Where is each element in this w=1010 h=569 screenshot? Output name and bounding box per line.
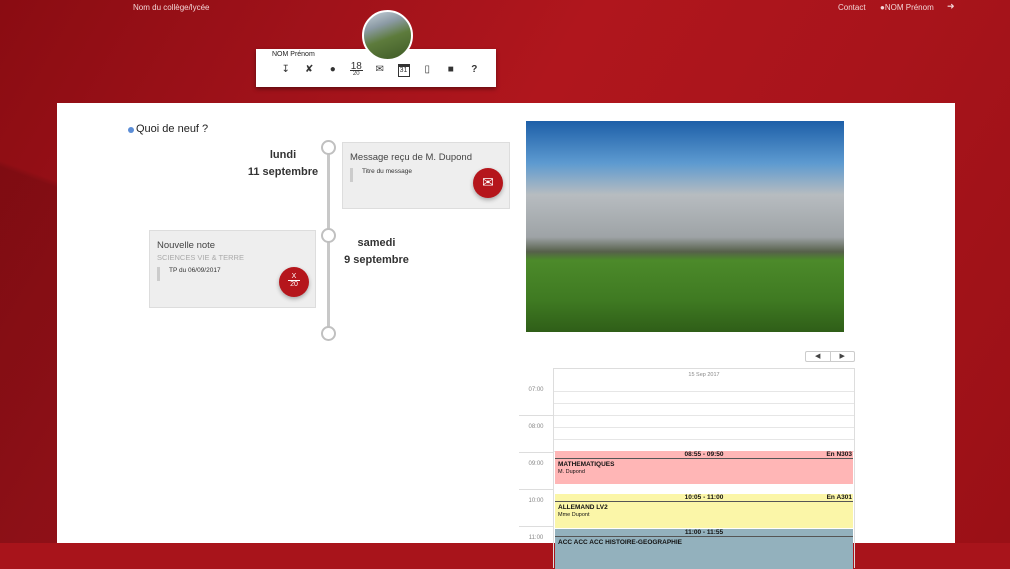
prev-button[interactable]: ◀ bbox=[806, 352, 830, 361]
news-date: samedi 9 septembre bbox=[344, 237, 409, 266]
grade-icon[interactable]: X 20 bbox=[279, 267, 309, 297]
calendar-icon[interactable]: 31 bbox=[397, 64, 410, 77]
folder-icon[interactable]: ■ bbox=[439, 64, 463, 77]
tools-icon[interactable]: ✘ bbox=[298, 64, 322, 77]
hour-label: 08:00 bbox=[528, 424, 544, 430]
hour-label: 09:00 bbox=[528, 461, 544, 467]
card-title: Message reçu de M. Dupond bbox=[350, 152, 472, 163]
avatar[interactable] bbox=[362, 10, 413, 61]
mail-icon[interactable]: ✉ bbox=[473, 168, 503, 198]
calendar-day: 15 Sep 2017 08:55 - 09:50 En N303 MATHEMAT… bbox=[553, 368, 855, 569]
news-card-grade[interactable]: Nouvelle note SCIENCES VIE & TERRE TP du… bbox=[149, 230, 316, 308]
card-title: Nouvelle note bbox=[157, 240, 216, 251]
logout-icon[interactable]: ➜ bbox=[947, 1, 955, 12]
calendar-nav: ◀ ▶ bbox=[805, 351, 855, 362]
calendar-date: 15 Sep 2017 bbox=[688, 372, 720, 378]
hour-label: 11:00 bbox=[528, 535, 544, 541]
timeline-icon[interactable]: ↧ bbox=[274, 64, 298, 77]
school-name: Nom du collège/lycée bbox=[133, 3, 210, 12]
timeline-node bbox=[321, 326, 336, 341]
profile-name: NOM Prénom bbox=[272, 51, 315, 58]
bullet-icon bbox=[128, 127, 134, 133]
calendar-event[interactable]: 10:05 - 11:00 En A301 ALLEMAND LV2 Mme Dupo… bbox=[555, 494, 853, 528]
hour-separator bbox=[519, 415, 553, 416]
hour-separator bbox=[519, 452, 553, 453]
mail-icon[interactable]: ✉ bbox=[368, 64, 392, 77]
hour-separator bbox=[519, 489, 553, 490]
contact-link[interactable]: Contact bbox=[838, 3, 866, 12]
main-panel: Quoi de neuf ? lundi 11 septembre Message… bbox=[57, 103, 955, 569]
card-subject: SCIENCES VIE & TERRE bbox=[157, 253, 244, 262]
hour-label: 10:00 bbox=[528, 498, 544, 504]
news-date: lundi 11 septembre bbox=[247, 149, 319, 178]
timeline-node bbox=[321, 228, 336, 243]
chat-icon[interactable]: ● bbox=[321, 64, 345, 77]
help-icon[interactable]: ? bbox=[463, 64, 487, 77]
grades-icon[interactable]: 18 20 bbox=[345, 61, 369, 77]
news-card-message[interactable]: Message reçu de M. Dupond Titre du messa… bbox=[342, 142, 510, 209]
user-name: NOM Prénom bbox=[884, 3, 934, 12]
school-photo bbox=[526, 121, 844, 332]
grades-top: 18 bbox=[349, 61, 363, 72]
news-title: Quoi de neuf ? bbox=[136, 123, 209, 135]
calendar-event[interactable]: 11:00 - 11:55 ACC ACC ACC HISTOIRE-GEOGRA… bbox=[555, 529, 853, 569]
timeline-node bbox=[321, 140, 336, 155]
calendar-event[interactable]: 08:55 - 09:50 En N303 MATHEMATIQUES M. Dupo… bbox=[555, 451, 853, 484]
hour-separator bbox=[519, 526, 553, 527]
hour-label: 07:00 bbox=[528, 387, 544, 393]
notebook-icon[interactable]: ▯ bbox=[416, 64, 440, 77]
grades-bottom: 20 bbox=[352, 71, 360, 77]
next-button[interactable]: ▶ bbox=[829, 352, 855, 361]
user-menu[interactable]: ●NOM Prénom bbox=[880, 3, 934, 12]
